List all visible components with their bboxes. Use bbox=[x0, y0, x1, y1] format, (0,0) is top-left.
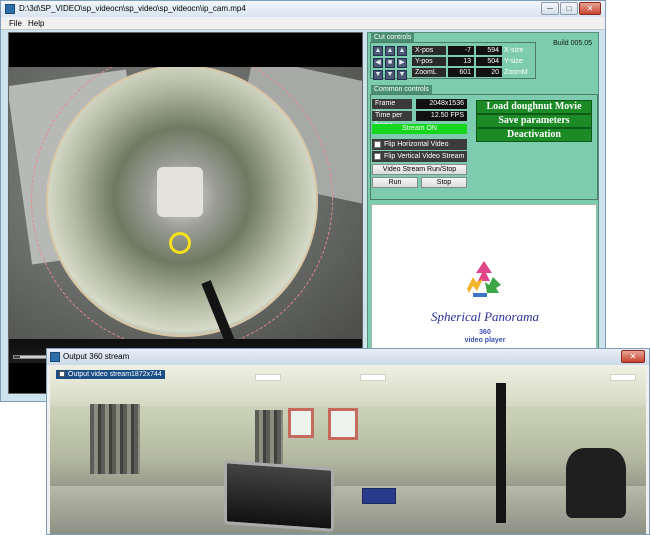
logo-subtitle: video player bbox=[464, 337, 506, 344]
video-progress-thumb[interactable] bbox=[14, 356, 20, 358]
load-doughnut-movie-button[interactable]: Load doughnut Movie bbox=[476, 100, 592, 114]
output-stream-label-text: Output video stream1872x744 bbox=[68, 371, 162, 378]
flip-vertical-label: Flip Vertical Video Stream bbox=[384, 153, 465, 160]
up-arrow-icon[interactable]: ▲ bbox=[385, 46, 395, 56]
app-icon bbox=[5, 4, 15, 14]
checkbox-icon[interactable] bbox=[374, 153, 381, 160]
cut-controls-title: Cut controls bbox=[371, 33, 415, 42]
run-button[interactable]: Run bbox=[372, 177, 418, 188]
down-arrow-icon[interactable]: ▼ bbox=[385, 70, 395, 80]
y-size-value[interactable]: 504 bbox=[476, 57, 502, 66]
output-stream-label[interactable]: Output video stream1872x744 bbox=[56, 370, 165, 379]
control-panel: Build 005.05 Cut controls ▲ ▲ ▲ ◀ ■ ▶ ▼ … bbox=[367, 32, 599, 394]
y-size-label: Y-size bbox=[504, 58, 523, 65]
checkbox-icon[interactable] bbox=[374, 141, 381, 148]
zoom-m-label: ZoomM bbox=[504, 69, 528, 76]
left-arrow-icon[interactable]: ◀ bbox=[373, 58, 383, 68]
build-version: Build 005.05 bbox=[553, 40, 592, 47]
down-left-arrow-icon[interactable]: ▼ bbox=[373, 70, 383, 80]
main-title-bar: D:\3d\SP_VIDEO\sp_videocn\sp_video\sp_vi… bbox=[1, 1, 605, 17]
x-size-label: X-size bbox=[504, 47, 524, 54]
flip-horizontal-checkbox[interactable]: Flip Horizontal Video Stream bbox=[372, 139, 467, 159]
y-pos-label: Y-pos bbox=[412, 57, 446, 66]
menu-bar: File Help bbox=[1, 17, 605, 30]
x-size-value[interactable]: 594 bbox=[476, 46, 502, 55]
y-pos-value[interactable]: 13 bbox=[448, 57, 474, 66]
maximize-button[interactable]: □ bbox=[560, 2, 578, 15]
output-title-bar: Output 360 stream ✕ bbox=[47, 349, 649, 365]
stream-status-badge: Stream ON bbox=[372, 124, 467, 134]
office-chair bbox=[566, 448, 626, 518]
down-right-arrow-icon[interactable]: ▼ bbox=[397, 70, 407, 80]
fisheye-center-object bbox=[157, 167, 203, 217]
wall-window bbox=[288, 408, 314, 438]
monitor bbox=[224, 460, 334, 532]
up-left-arrow-icon[interactable]: ▲ bbox=[373, 46, 383, 56]
common-controls-title: Common controls bbox=[371, 85, 432, 94]
minimize-button[interactable]: ─ bbox=[541, 2, 559, 15]
camera-strap bbox=[496, 383, 506, 523]
printer bbox=[362, 488, 396, 504]
video-stream-run-stop-label: Video Stream Run/Stop bbox=[372, 164, 467, 175]
time-per-frame-value: 12.50 FPS bbox=[416, 111, 467, 121]
x-pos-label: X-pos bbox=[412, 46, 446, 55]
frame-size-label: Frame Size: bbox=[372, 99, 412, 117]
ceiling-light bbox=[360, 374, 386, 381]
close-button[interactable]: ✕ bbox=[621, 350, 645, 363]
desk bbox=[50, 486, 646, 534]
center-icon[interactable]: ■ bbox=[385, 58, 395, 68]
video-input-panel bbox=[8, 32, 363, 394]
save-parameters-button[interactable]: Save parameters bbox=[476, 114, 592, 128]
close-button[interactable]: ✕ bbox=[579, 2, 601, 15]
checkbox-icon[interactable] bbox=[59, 371, 65, 377]
right-arrow-icon[interactable]: ▶ bbox=[397, 58, 407, 68]
time-per-frame-label: Time per frame bbox=[372, 111, 412, 129]
output-window-title: Output 360 stream bbox=[63, 352, 130, 361]
zoom-l-label: ZoomL bbox=[412, 68, 446, 77]
bookshelf bbox=[90, 404, 140, 474]
flip-vertical-checkbox[interactable]: Flip Vertical Video Stream bbox=[372, 151, 467, 162]
bookshelf bbox=[255, 410, 283, 465]
ceiling-light bbox=[255, 374, 281, 381]
zoom-l-value[interactable]: 601 bbox=[448, 68, 474, 77]
recycle-logo-icon bbox=[467, 261, 501, 297]
frame-size-value: 2048x1536 bbox=[416, 99, 467, 109]
stop-button[interactable]: Stop bbox=[421, 177, 467, 188]
logo-number: 360 bbox=[479, 329, 491, 336]
menu-help[interactable]: Help bbox=[28, 19, 44, 28]
x-pos-value[interactable]: -7 bbox=[448, 46, 474, 55]
main-window-title: D:\3d\SP_VIDEO\sp_videocn\sp_video\sp_vi… bbox=[19, 4, 246, 13]
output-window: Output 360 stream ✕ Output video stream1… bbox=[46, 348, 650, 535]
ceiling-light bbox=[610, 374, 636, 381]
deactivation-button[interactable]: Deactivation bbox=[476, 128, 592, 142]
wall-window bbox=[328, 408, 358, 440]
center-marker[interactable] bbox=[169, 232, 191, 254]
logo-title: Spherical Panorama bbox=[431, 309, 539, 324]
main-window: D:\3d\SP_VIDEO\sp_videocn\sp_video\sp_vi… bbox=[0, 0, 606, 402]
menu-file[interactable]: File bbox=[9, 19, 22, 28]
fisheye-video-frame bbox=[9, 67, 362, 343]
zoom-m-value[interactable]: 20 bbox=[476, 68, 502, 77]
panorama-view: Output video stream1872x744 bbox=[50, 366, 646, 534]
up-right-arrow-icon[interactable]: ▲ bbox=[397, 46, 407, 56]
app-icon bbox=[50, 352, 60, 362]
